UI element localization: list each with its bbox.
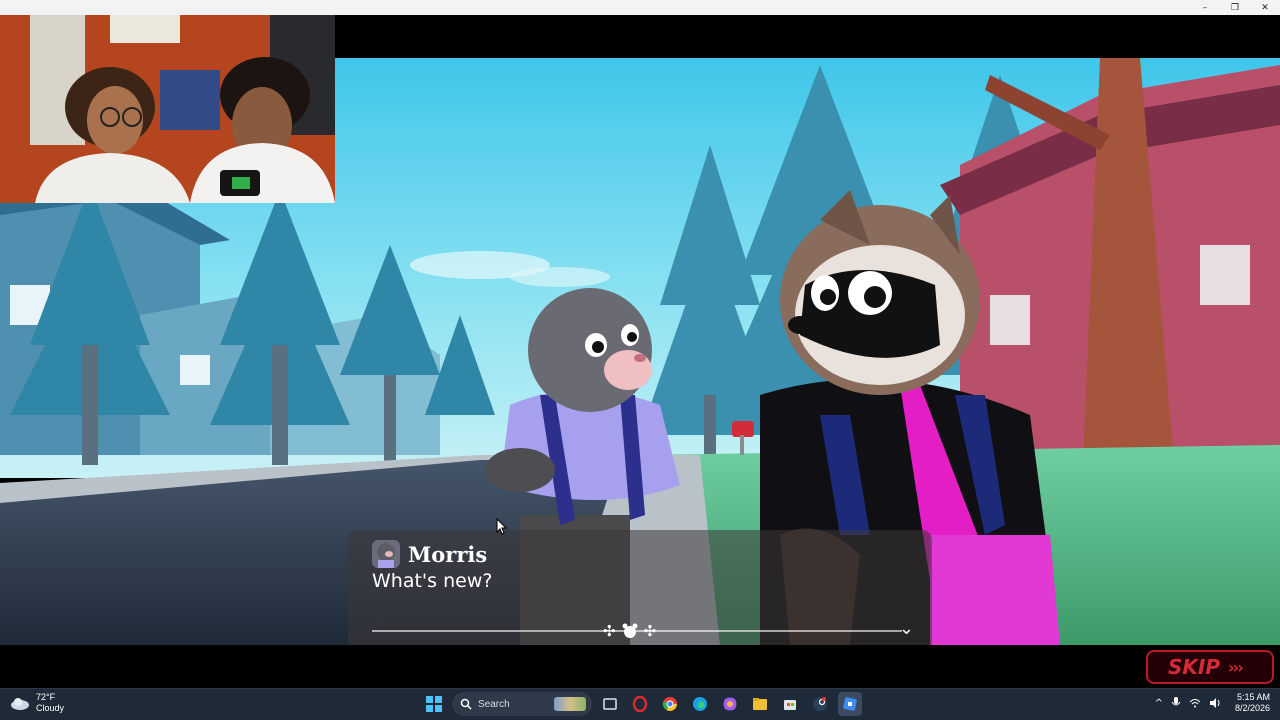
windows-start-icon[interactable]	[422, 692, 446, 716]
search-icon	[460, 698, 472, 710]
weather-widget[interactable]: 72°F Cloudy	[10, 692, 64, 714]
speaker-avatar	[372, 540, 400, 568]
dialog-text: What's new?	[372, 570, 493, 592]
clock-date: 8/2/2026	[1234, 703, 1270, 713]
sparkle-icon: ✣	[603, 622, 616, 640]
search-placeholder: Search	[478, 698, 510, 710]
dialog-ornament: ✣ ✣	[603, 621, 656, 641]
system-tray: ^ 5:15 AM 8/2/2026	[1155, 692, 1270, 714]
store-icon[interactable]	[778, 692, 802, 716]
taskbar: 72°F Cloudy Search ^ 5:15 AM 8/2/2026	[0, 688, 1280, 720]
chrome-icon[interactable]	[658, 692, 682, 716]
game-viewport[interactable]: Morris What's new? ✣ ✣ ⌄	[0, 15, 1280, 645]
window-controls: – ❐ ✕	[1190, 0, 1280, 15]
task-view-icon[interactable]	[598, 692, 622, 716]
microphone-icon[interactable]	[1171, 697, 1181, 709]
skip-label: SKIP	[1168, 655, 1221, 679]
opera-icon[interactable]	[628, 692, 652, 716]
file-explorer-icon[interactable]	[748, 692, 772, 716]
clock[interactable]: 5:15 AM 8/2/2026	[1235, 692, 1270, 714]
cloud-icon	[11, 698, 29, 710]
window-title-bar: – ❐ ✕	[0, 0, 1280, 15]
close-button[interactable]: ✕	[1250, 0, 1280, 15]
edge-icon[interactable]	[688, 692, 712, 716]
skip-arrows-icon: ›››	[1228, 657, 1244, 677]
weather-condition: Cloudy	[36, 703, 65, 713]
wifi-icon[interactable]	[1189, 698, 1201, 708]
copilot-icon[interactable]	[718, 692, 742, 716]
skip-button[interactable]: SKIP ›››	[1146, 650, 1274, 684]
chevron-up-icon[interactable]: ^	[1155, 698, 1163, 709]
weather-temp: 72°F	[36, 692, 56, 702]
taskbar-apps: Search	[422, 692, 862, 716]
desktop: – ❐ ✕ Morris What's new? ✣ ✣ ⌄ SKIP ››› …	[0, 0, 1280, 720]
clock-time: 5:15 AM	[1236, 692, 1270, 702]
volume-icon[interactable]	[1209, 698, 1221, 708]
maximize-button[interactable]: ❐	[1220, 0, 1250, 15]
sparkle-icon: ✣	[643, 622, 657, 640]
taskbar-search[interactable]: Search	[452, 692, 592, 716]
dialog-speaker: Morris	[372, 540, 487, 568]
paw-icon	[622, 623, 638, 638]
minimize-button[interactable]: –	[1190, 0, 1220, 15]
search-highlight-image	[554, 697, 586, 711]
chevron-down-icon[interactable]: ⌄	[899, 618, 914, 639]
roblox-icon[interactable]	[838, 692, 862, 716]
speaker-name: Morris	[408, 541, 488, 567]
steam-icon[interactable]	[808, 692, 832, 716]
webcam-overlay	[0, 15, 335, 203]
mouse-cursor-icon	[496, 518, 508, 535]
dialog-box[interactable]: Morris What's new? ✣ ✣ ⌄	[348, 530, 932, 645]
